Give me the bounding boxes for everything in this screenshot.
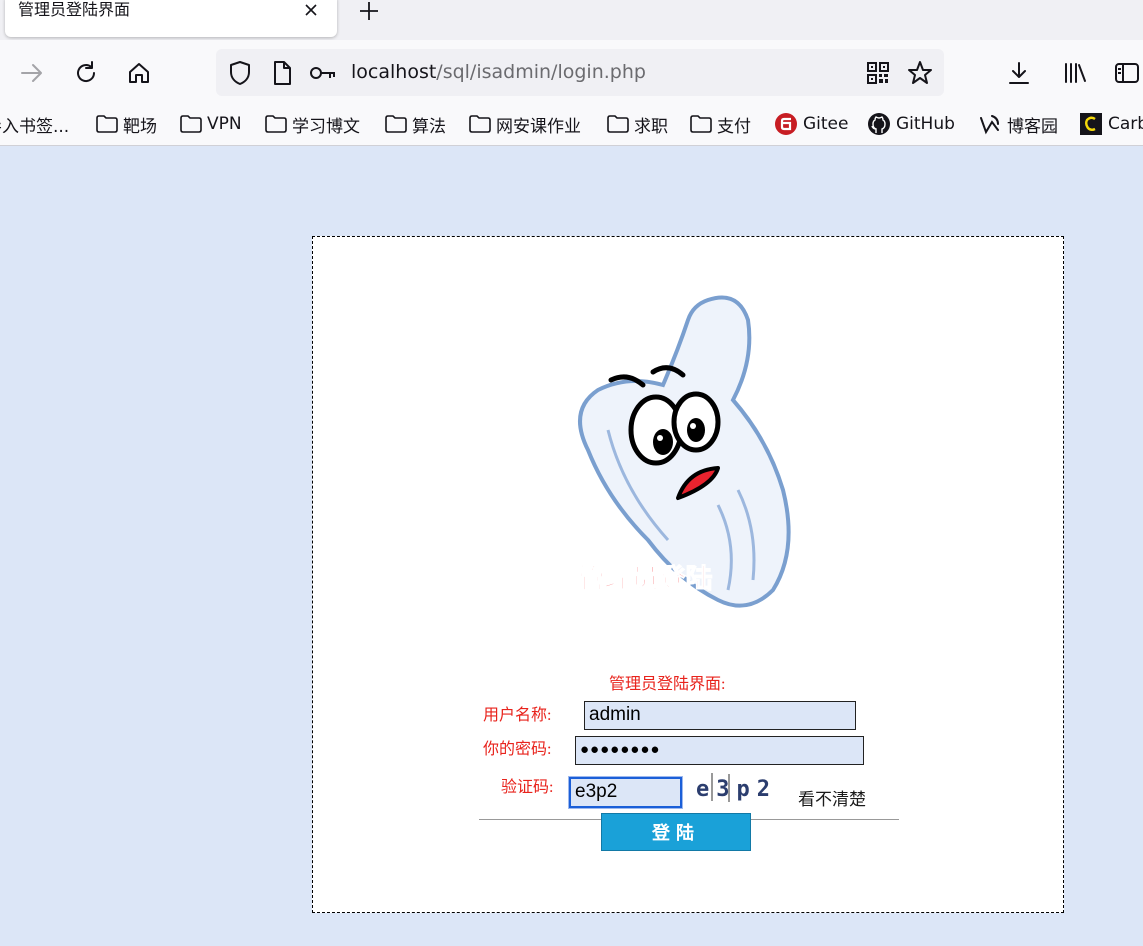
mascot-caption: 管理员登陆	[578, 564, 713, 595]
bookmark-github[interactable]: GitHub	[867, 113, 955, 135]
github-icon	[868, 113, 890, 135]
bookmark-folder-homework[interactable]: 网安课作业	[469, 113, 581, 137]
bookmark-gitee[interactable]: Gitee	[774, 113, 848, 135]
bookmark-folder-study[interactable]: 学习博文	[265, 113, 360, 137]
folder-icon	[469, 115, 491, 133]
sidebar-icon[interactable]	[1113, 59, 1141, 87]
bookmark-folder-payment[interactable]: 支付	[690, 113, 751, 137]
bookmark-label: 求职	[634, 116, 668, 137]
library-icon[interactable]	[1061, 59, 1089, 87]
username-label: 用户名称:	[483, 707, 552, 724]
login-panel: 管理员登陆 管理员登陆界面: 用户名称: admin 你的密码: ●●●●●●●…	[312, 236, 1064, 913]
url-bar[interactable]: localhost/sql/isadmin/login.php	[216, 49, 944, 96]
new-tab-icon[interactable]	[358, 0, 380, 22]
bookmarks-toolbar: 导入书签... 靶场 VPN 学习博文 算法 网安课作业 求职 支付 Gitee…	[0, 102, 1143, 146]
shield-icon[interactable]	[226, 59, 254, 87]
url-text[interactable]: localhost/sql/isadmin/login.php	[351, 60, 646, 84]
cnblogs-icon	[980, 115, 999, 135]
close-tab-icon[interactable]	[301, 0, 321, 20]
captcha-image[interactable]: e3p2	[696, 771, 780, 803]
page-info-icon[interactable]	[268, 59, 296, 87]
download-icon[interactable]	[1005, 59, 1033, 87]
folder-icon	[385, 115, 407, 133]
active-tab[interactable]: 管理员登陆界面	[5, 0, 337, 37]
qr-code-icon[interactable]	[864, 59, 892, 87]
navigation-bar: localhost/sql/isadmin/login.php	[0, 40, 1143, 102]
bookmark-label: Gitee	[803, 114, 849, 134]
bookmark-label: 靶场	[123, 116, 157, 137]
forward-arrow-icon[interactable]	[18, 59, 46, 87]
folder-icon	[265, 115, 287, 133]
bookmark-label: 支付	[717, 116, 751, 137]
captcha-label: 验证码:	[501, 779, 554, 796]
folder-icon	[690, 115, 712, 133]
url-host: localhost	[351, 61, 437, 83]
url-path: /sql/isadmin/login.php	[436, 61, 646, 83]
bookmark-label: 算法	[412, 116, 446, 137]
bookmark-label: GitHub	[896, 114, 955, 134]
bookmark-folder-vpn[interactable]: VPN	[180, 113, 242, 135]
gitee-icon	[775, 113, 797, 135]
carbon-icon	[1080, 113, 1102, 135]
login-button[interactable]: 登陆	[601, 813, 751, 851]
refresh-captcha-link[interactable]: 看不清楚	[798, 785, 866, 810]
bookmark-label: VPN	[207, 114, 242, 134]
captcha-input[interactable]: e3p2	[568, 776, 683, 809]
folder-icon	[180, 115, 202, 133]
bookmark-cnblogs[interactable]: 博客园	[978, 113, 1058, 137]
bookmark-carbon[interactable]: Carb	[1079, 113, 1143, 135]
admin-mascot-image: 管理员登陆	[577, 295, 791, 608]
key-icon[interactable]	[309, 59, 337, 87]
bookmark-label: 导入书签...	[0, 116, 70, 137]
password-input[interactable]: ●●●●●●●●	[575, 736, 864, 765]
tab-bar: 管理员登陆界面	[0, 0, 1143, 40]
bookmark-import[interactable]: 导入书签...	[0, 113, 70, 137]
home-icon[interactable]	[125, 59, 153, 87]
bookmark-star-icon[interactable]	[906, 59, 934, 87]
bookmark-folder-jobs[interactable]: 求职	[607, 113, 668, 137]
bookmark-label: Carb	[1108, 114, 1143, 134]
username-input[interactable]: admin	[584, 701, 856, 730]
bookmark-label: 博客园	[1007, 116, 1058, 137]
bookmark-folder-algorithm[interactable]: 算法	[385, 113, 446, 137]
folder-icon	[96, 115, 118, 133]
bookmark-folder-range[interactable]: 靶场	[96, 113, 157, 137]
form-title: 管理员登陆界面:	[609, 676, 726, 693]
reload-icon[interactable]	[72, 59, 100, 87]
captcha-image-text: e3p2	[696, 777, 777, 802]
tab-title: 管理员登陆界面	[18, 0, 131, 19]
folder-icon	[607, 115, 629, 133]
bookmark-label: 学习博文	[292, 116, 360, 137]
password-label: 你的密码:	[483, 741, 552, 758]
bookmark-label: 网安课作业	[496, 116, 581, 137]
